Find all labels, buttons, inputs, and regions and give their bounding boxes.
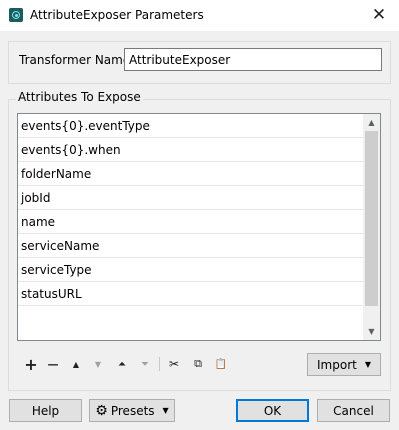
attributes-rows: events{0}.eventType events{0}.when folde…	[18, 114, 364, 306]
ok-button[interactable]: OK	[236, 399, 309, 422]
ok-label: OK	[263, 403, 282, 418]
dropdown-arrow-icon: ▼	[162, 406, 169, 415]
help-label: Help	[31, 403, 60, 418]
list-item[interactable]: events{0}.eventType	[18, 114, 364, 138]
list-item[interactable]: jobId	[18, 186, 364, 210]
attributes-list[interactable]: events{0}.eventType events{0}.when folde…	[17, 113, 381, 341]
list-item[interactable]: events{0}.when	[18, 138, 364, 162]
dialog-body: Transformer Name: Attributes To Expose e…	[0, 31, 399, 430]
move-to-top-icon[interactable]: ⏶	[113, 355, 131, 373]
vertical-scrollbar[interactable]: ▲ ▼	[363, 114, 380, 340]
cancel-button[interactable]: Cancel	[317, 399, 390, 422]
gear-icon: ⚙	[95, 402, 108, 419]
help-button[interactable]: Help	[9, 399, 82, 422]
attributes-group-label: Attributes To Expose	[16, 90, 143, 104]
transformer-name-input[interactable]	[124, 48, 382, 71]
cancel-label: Cancel	[333, 403, 374, 418]
cut-icon[interactable]: ✂	[165, 355, 183, 373]
title-bar: AttributeExposer Parameters ✕	[0, 0, 399, 31]
list-item[interactable]: name	[18, 210, 364, 234]
app-icon	[9, 8, 23, 22]
list-item[interactable]: statusURL	[18, 282, 364, 306]
toolbar-separator	[159, 357, 160, 371]
list-item[interactable]: serviceName	[18, 234, 364, 258]
dropdown-arrow-icon: ▼	[364, 360, 371, 369]
remove-icon[interactable]: —	[44, 355, 62, 373]
list-item[interactable]: serviceType	[18, 258, 364, 282]
import-button[interactable]: Import ▼	[307, 353, 381, 376]
scroll-up-arrow-icon[interactable]: ▲	[363, 114, 380, 131]
move-up-icon[interactable]: ▲	[67, 355, 85, 373]
list-item[interactable]: folderName	[18, 162, 364, 186]
move-to-bottom-icon[interactable]: ⏷	[136, 355, 154, 373]
window-title: AttributeExposer Parameters	[30, 8, 204, 22]
paste-icon[interactable]: 📋	[212, 355, 230, 373]
add-icon[interactable]: +	[22, 355, 40, 374]
import-label: Import	[317, 357, 357, 372]
copy-icon[interactable]: ⧉	[189, 355, 207, 373]
close-button[interactable]: ✕	[365, 2, 393, 28]
scroll-thumb[interactable]	[365, 131, 378, 306]
transformer-name-label: Transformer Name:	[19, 53, 135, 67]
scroll-down-arrow-icon[interactable]: ▼	[363, 323, 380, 340]
presets-button[interactable]: ⚙ Presets ▼	[89, 399, 175, 422]
presets-label: Presets	[110, 403, 155, 418]
move-down-icon[interactable]: ▼	[89, 355, 107, 373]
